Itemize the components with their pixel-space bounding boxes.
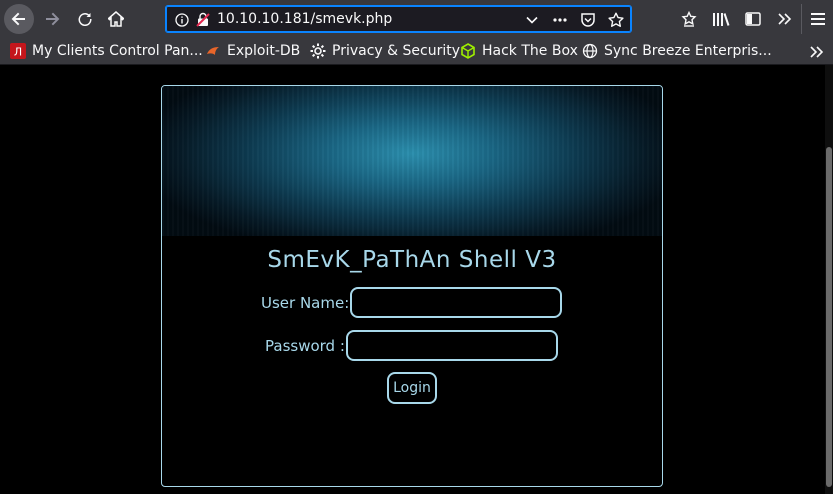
sidebar-icon[interactable] xyxy=(737,4,769,34)
exploitdb-icon xyxy=(205,43,221,59)
login-panel: SmEvK_PaThAn Shell V3 User Name: Passwor… xyxy=(161,85,663,487)
bookmark-privacy[interactable]: Privacy & Security xyxy=(310,41,460,61)
cube-icon xyxy=(460,43,476,59)
insecure-lock-icon[interactable] xyxy=(196,12,210,27)
hamburger-menu-icon[interactable] xyxy=(801,4,833,34)
bookmarks-overflow-icon[interactable] xyxy=(809,44,825,63)
reload-icon xyxy=(78,13,92,27)
page-actions-icon[interactable] xyxy=(551,11,569,29)
header-banner-image xyxy=(162,86,662,236)
home-icon xyxy=(108,11,124,27)
bookmark-label: Hack The Box xyxy=(482,43,578,59)
browser-toolbar: 10.10.10.181/smevk.php xyxy=(0,0,833,37)
back-button[interactable] xyxy=(4,4,34,34)
bookmark-label: My Clients Control Pan... xyxy=(32,43,203,59)
scrollbar[interactable] xyxy=(825,65,833,494)
overflow-chevron-icon[interactable] xyxy=(769,4,801,34)
pocket-icon[interactable] xyxy=(579,11,597,29)
library-icon[interactable] xyxy=(705,4,737,34)
info-icon[interactable] xyxy=(175,13,189,27)
svg-text:Л: Л xyxy=(14,46,22,59)
globe-icon xyxy=(582,43,598,59)
bookmark-cpanel[interactable]: Л My Clients Control Pan... xyxy=(10,41,203,61)
bookmark-label: Exploit-DB xyxy=(227,43,301,59)
password-label: Password : xyxy=(265,337,345,355)
chevron-down-icon[interactable] xyxy=(523,11,541,29)
bookmark-hackthebox[interactable]: Hack The Box xyxy=(460,41,578,61)
bookmark-label: Sync Breeze Enterpris... xyxy=(604,43,772,59)
username-input[interactable] xyxy=(350,287,562,318)
home-button[interactable] xyxy=(101,4,131,34)
star-icon[interactable] xyxy=(607,11,625,29)
password-input[interactable] xyxy=(346,330,558,361)
arrow-right-icon xyxy=(46,12,60,26)
url-text[interactable]: 10.10.10.181/smevk.php xyxy=(217,11,392,27)
bookmark-label: Privacy & Security xyxy=(332,43,460,59)
bookmark-exploitdb[interactable]: Exploit-DB xyxy=(205,41,300,61)
downloads-star-icon[interactable] xyxy=(673,4,705,34)
forward-button[interactable] xyxy=(37,4,67,34)
arrow-left-icon xyxy=(11,12,25,26)
gear-icon xyxy=(310,43,326,59)
scroll-thumb[interactable] xyxy=(826,147,832,487)
username-label: User Name: xyxy=(261,294,350,312)
cpanel-icon: Л xyxy=(10,43,26,59)
reload-button[interactable] xyxy=(70,4,100,34)
page-title: SmEvK_PaThAn Shell V3 xyxy=(267,247,557,273)
login-button[interactable]: Login xyxy=(387,372,437,404)
bookmark-syncbreeze[interactable]: Sync Breeze Enterpris... xyxy=(582,41,772,61)
url-bar[interactable]: 10.10.10.181/smevk.php xyxy=(165,5,632,33)
bookmarks-toolbar: Л My Clients Control Pan... Exploit-DB P… xyxy=(0,37,833,65)
